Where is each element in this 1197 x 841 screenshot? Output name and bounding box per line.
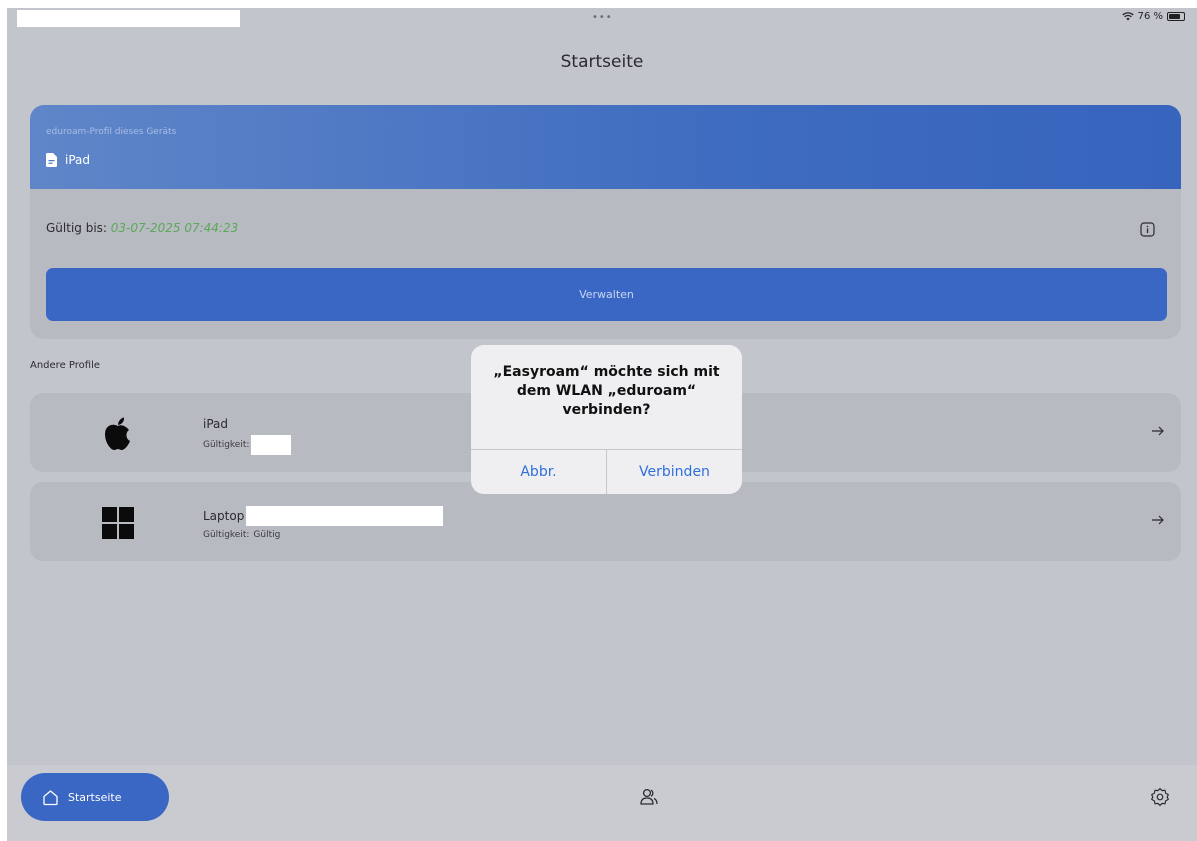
validity-value: Gültig xyxy=(253,530,281,540)
list-item-validity: Gültigkeit: xyxy=(203,435,292,455)
list-item-validity: Gültigkeit: Gültig xyxy=(203,530,443,540)
validity-date: 03-07-2025 07:44:23 xyxy=(110,221,239,235)
redacted-area xyxy=(251,435,292,455)
current-profile-header: eduroam-Profil dieses Geräts iPad xyxy=(30,105,1181,189)
tab-home-label: Startseite xyxy=(68,790,122,804)
list-item-text: Laptop Gültigkeit: Gültig xyxy=(203,506,444,540)
gear-icon[interactable] xyxy=(1150,787,1170,807)
list-item-name: iPad xyxy=(203,417,229,431)
cancel-button[interactable]: Abbr. xyxy=(471,450,606,494)
redacted-area xyxy=(17,10,240,27)
other-profiles-label: Andere Profile xyxy=(30,360,100,371)
list-item-name: Laptop xyxy=(203,506,444,526)
current-device: iPad xyxy=(46,153,90,167)
windows-logo-icon xyxy=(102,507,134,539)
app-screen: ••• 76 % Startseite eduroam-Profil diese… xyxy=(7,8,1197,841)
arrow-right-icon[interactable] xyxy=(1151,424,1165,438)
list-item-text: iPad Gültigkeit: xyxy=(203,417,292,455)
status-indicators: 76 % xyxy=(1121,11,1185,22)
connect-button[interactable]: Verbinden xyxy=(607,450,742,494)
validity-label: Gültigkeit: xyxy=(203,440,250,450)
arrow-right-icon[interactable] xyxy=(1151,513,1165,527)
validity-row: Gültig bis: 03-07-2025 07:44:23 xyxy=(46,221,238,235)
multitask-dots[interactable]: ••• xyxy=(592,12,613,23)
manage-button[interactable]: Verwalten xyxy=(46,268,1167,321)
current-profile-card: eduroam-Profil dieses Geräts iPad Gültig… xyxy=(30,105,1181,339)
validity-label: Gültigkeit: xyxy=(203,530,250,540)
list-item-name-text: Laptop xyxy=(203,509,245,523)
home-icon xyxy=(43,789,58,805)
apple-logo-icon xyxy=(105,417,130,450)
battery-icon xyxy=(1167,12,1185,21)
status-bar: ••• 76 % xyxy=(7,8,1197,30)
validity-label: Gültig bis: xyxy=(46,221,107,235)
wifi-connect-alert: „Easyroam“ möchte sich mit dem WLAN „edu… xyxy=(471,345,742,494)
battery-percentage: 76 % xyxy=(1137,11,1163,22)
tab-bar: Startseite xyxy=(7,765,1197,841)
wifi-icon xyxy=(1121,12,1134,21)
people-icon[interactable] xyxy=(639,787,659,807)
page-title: Startseite xyxy=(560,52,644,72)
current-device-name: iPad xyxy=(65,153,91,167)
redacted-area xyxy=(246,506,444,526)
current-profile-subtitle: eduroam-Profil dieses Geräts xyxy=(46,127,177,137)
alert-message: „Easyroam“ möchte sich mit dem WLAN „edu… xyxy=(493,364,720,418)
document-icon xyxy=(46,153,57,167)
info-icon[interactable] xyxy=(1140,222,1155,237)
tab-home[interactable]: Startseite xyxy=(21,773,169,821)
